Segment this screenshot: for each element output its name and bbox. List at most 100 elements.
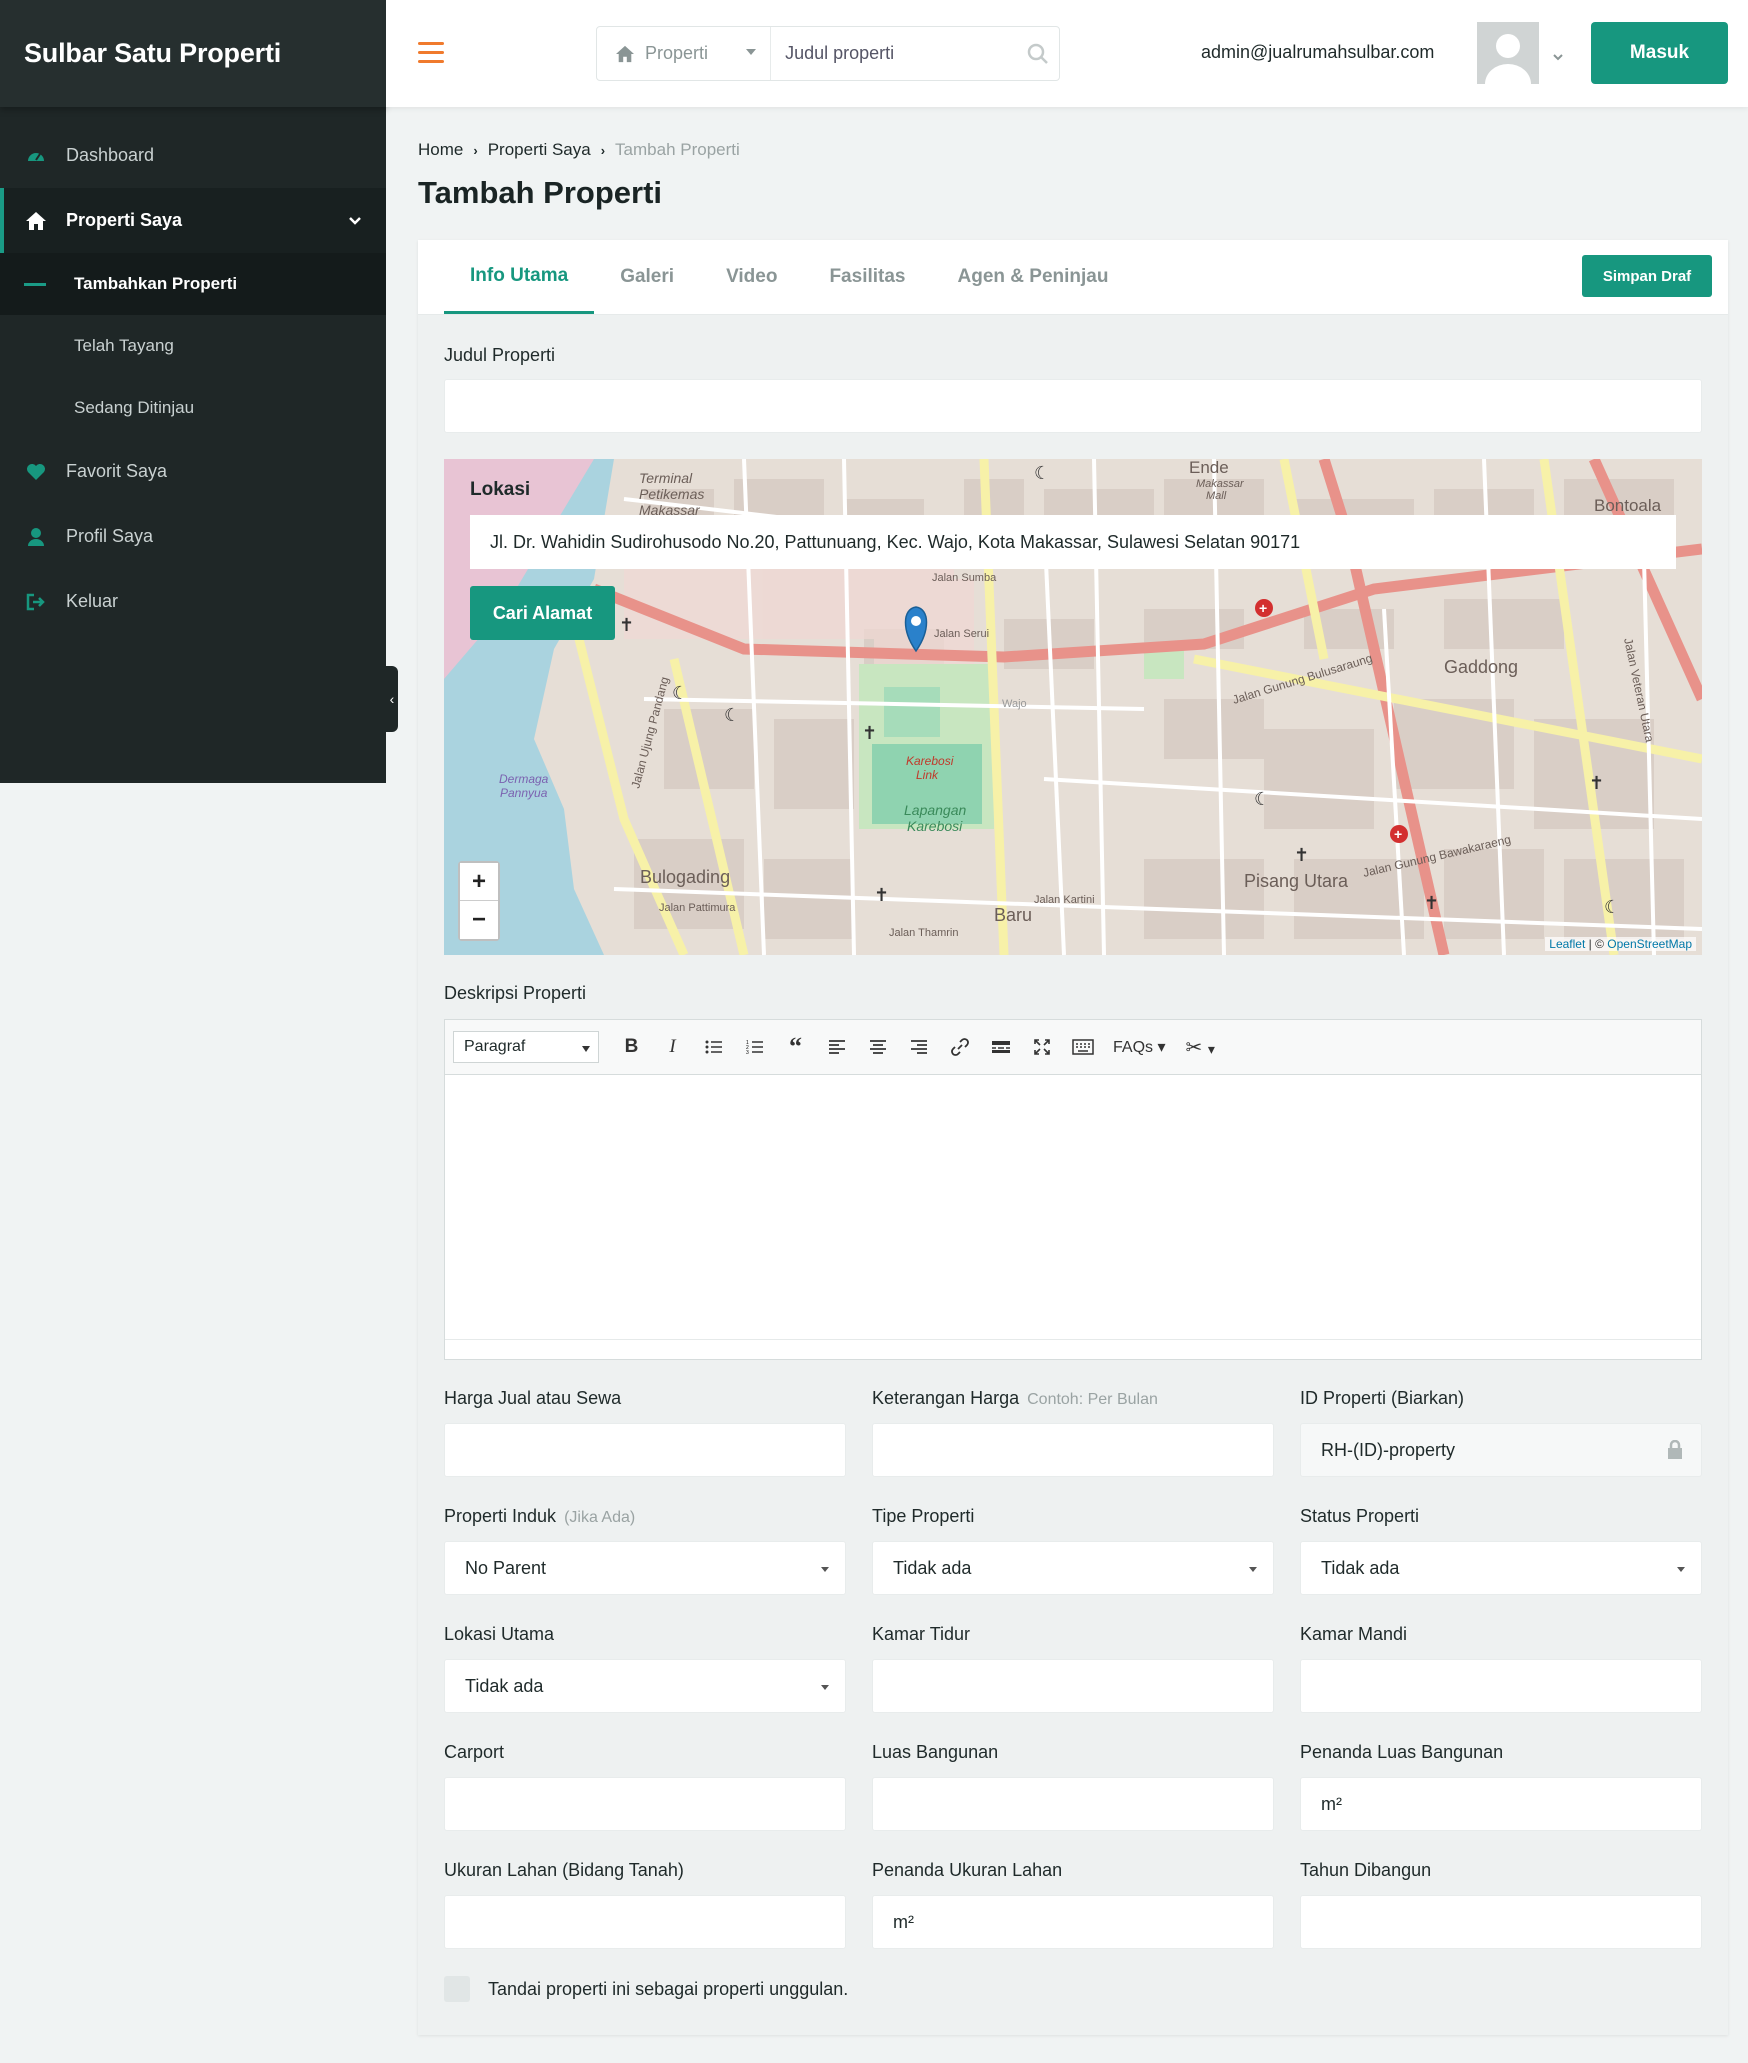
status-label: Status Properti <box>1300 1506 1420 1526</box>
brand[interactable]: Sulbar Satu Properti <box>0 0 386 107</box>
carport-input[interactable] <box>444 1777 846 1831</box>
tab-fasilitas[interactable]: Fasilitas <box>803 240 931 314</box>
sidebar-subitem-sedang-ditinjau[interactable]: Sedang Ditinjau <box>0 377 386 439</box>
search-address-button[interactable]: Cari Alamat <box>470 586 615 640</box>
page-title: Tambah Properti <box>418 175 663 210</box>
sidebar-item-keluar[interactable]: Keluar <box>0 569 386 634</box>
zoom-control: + − <box>458 861 500 941</box>
svg-text:Pisang Utara: Pisang Utara <box>1244 871 1349 891</box>
id-properti-field: RH-(ID)-property <box>1300 1423 1702 1477</box>
svg-text:3: 3 <box>746 1050 749 1055</box>
penanda-lahan-input[interactable] <box>872 1895 1274 1949</box>
link-icon[interactable] <box>941 1029 978 1065</box>
align-left-icon[interactable] <box>818 1029 855 1065</box>
tab-galeri[interactable]: Galeri <box>594 240 700 314</box>
blockquote-icon[interactable]: “ <box>777 1029 814 1065</box>
luas-bangunan-input[interactable] <box>872 1777 1274 1831</box>
svg-text:☾: ☾ <box>1604 897 1620 918</box>
sidebar-item-profil-saya[interactable]: Profil Saya <box>0 504 386 569</box>
editor-statusbar <box>445 1339 1701 1359</box>
kamar-mandi-input[interactable] <box>1300 1659 1702 1713</box>
tab-agen-peninjau[interactable]: Agen & Peninjau <box>932 240 1135 314</box>
sidebar-item-label: Profil Saya <box>66 526 154 546</box>
deskripsi-label: Deskripsi Properti <box>444 983 587 1003</box>
kamar-tidur-label: Kamar Tidur <box>872 1624 971 1644</box>
keterangan-label-text: Keterangan Harga <box>872 1388 1020 1408</box>
ukuran-lahan-input[interactable] <box>444 1895 846 1949</box>
tipe-properti-select[interactable]: Tidak ada <box>872 1541 1274 1595</box>
sidebar-subitem-tambahkan-properti[interactable]: Tambahkan Properti <box>0 253 386 315</box>
format-select[interactable]: Paragraf <box>453 1031 599 1063</box>
featured-checkbox[interactable] <box>444 1976 470 2002</box>
fullscreen-icon[interactable] <box>1023 1029 1060 1065</box>
login-button[interactable]: Masuk <box>1591 22 1728 84</box>
bullet-list-icon[interactable] <box>695 1029 732 1065</box>
keterangan-input[interactable] <box>872 1423 1274 1477</box>
breadcrumb-home[interactable]: Home <box>418 140 463 160</box>
address-input[interactable] <box>470 515 1676 569</box>
sidebar-item-properti-saya[interactable]: Properti Saya <box>0 188 386 253</box>
svg-text:Karebosi: Karebosi <box>907 818 963 834</box>
lokasi-utama-select[interactable]: Tidak ada <box>444 1659 846 1713</box>
keterangan-label: Keterangan Harga Contoh: Per Bulan <box>872 1388 1158 1409</box>
search-icon[interactable] <box>1017 27 1059 80</box>
svg-text:✝: ✝ <box>1294 845 1309 866</box>
bold-icon[interactable]: B <box>613 1029 650 1065</box>
home-icon <box>24 209 48 233</box>
status-properti-select[interactable]: Tidak ada <box>1300 1541 1702 1595</box>
chevron-left-icon: ‹ <box>389 691 395 707</box>
faqs-dropdown[interactable]: FAQs ▾ <box>1105 1037 1174 1057</box>
svg-text:Link: Link <box>916 768 939 782</box>
brand-title: Sulbar Satu Properti <box>24 38 282 68</box>
location-map[interactable]: Terminal Petikemas Makassar Ende Makassa… <box>444 459 1702 955</box>
leaflet-link[interactable]: Leaflet <box>1549 937 1585 951</box>
user-email: admin@jualrumahsulbar.com <box>1201 42 1435 62</box>
kamar-tidur-input[interactable] <box>872 1659 1274 1713</box>
sidebar-collapse-toggle[interactable]: ‹ <box>386 666 398 732</box>
svg-text:Bontoala: Bontoala <box>1594 496 1662 515</box>
breadcrumb-properti-saya[interactable]: Properti Saya <box>488 140 591 160</box>
user-icon <box>24 525 48 549</box>
save-draft-button[interactable]: Simpan Draf <box>1582 255 1712 297</box>
editor-content-area[interactable] <box>445 1075 1701 1339</box>
svg-text:Petikemas: Petikemas <box>639 486 704 502</box>
menu-toggle-icon[interactable] <box>418 42 444 64</box>
align-right-icon[interactable] <box>900 1029 937 1065</box>
harga-label: Harga Jual atau Sewa <box>444 1388 621 1409</box>
keyboard-icon[interactable] <box>1064 1029 1101 1065</box>
status-properti-value: Tidak ada <box>1321 1557 1400 1578</box>
chevron-down-icon[interactable] <box>1552 48 1564 66</box>
penanda-luas-label: Penanda Luas Bangunan <box>1300 1742 1504 1762</box>
properti-induk-select[interactable]: No Parent <box>444 1541 846 1595</box>
tahun-input[interactable] <box>1300 1895 1702 1949</box>
numbered-list-icon[interactable]: 123 <box>736 1029 773 1065</box>
search-input[interactable] <box>771 27 1018 80</box>
search-type-value: Properti <box>645 43 709 63</box>
caret-down-icon <box>821 1567 829 1572</box>
tab-video[interactable]: Video <box>700 240 803 314</box>
search-type-select[interactable]: Properti <box>597 27 772 80</box>
sidebar-item-dashboard[interactable]: Dashboard <box>0 123 386 188</box>
avatar[interactable] <box>1477 22 1539 84</box>
harga-input[interactable] <box>444 1423 846 1477</box>
align-center-icon[interactable] <box>859 1029 896 1065</box>
sidebar-subitem-telah-tayang[interactable]: Telah Tayang <box>0 315 386 377</box>
osm-link[interactable]: OpenStreetMap <box>1607 937 1692 951</box>
scissors-icon[interactable]: ✂ ▾ <box>1178 1035 1223 1060</box>
read-more-icon[interactable] <box>982 1029 1019 1065</box>
tab-info-utama[interactable]: Info Utama <box>444 240 595 314</box>
format-select-value: Paragraf <box>464 1038 526 1055</box>
induk-label: Properti Induk (Jika Ada) <box>444 1506 635 1527</box>
zoom-out-button[interactable]: − <box>460 901 498 939</box>
lokasi-utama-value: Tidak ada <box>465 1675 544 1696</box>
home-icon <box>615 45 635 63</box>
induk-hint: (Jika Ada) <box>564 1509 636 1526</box>
tipe-label: Tipe Properti <box>872 1506 975 1526</box>
sidebar-subitem-label: Telah Tayang <box>74 336 174 355</box>
penanda-luas-input[interactable] <box>1300 1777 1702 1831</box>
italic-icon[interactable]: I <box>654 1029 691 1065</box>
svg-text:Jalan Kartini: Jalan Kartini <box>1034 894 1095 906</box>
zoom-in-button[interactable]: + <box>460 863 498 901</box>
judul-input[interactable] <box>444 379 1702 433</box>
sidebar-item-favorit-saya[interactable]: Favorit Saya <box>0 439 386 504</box>
